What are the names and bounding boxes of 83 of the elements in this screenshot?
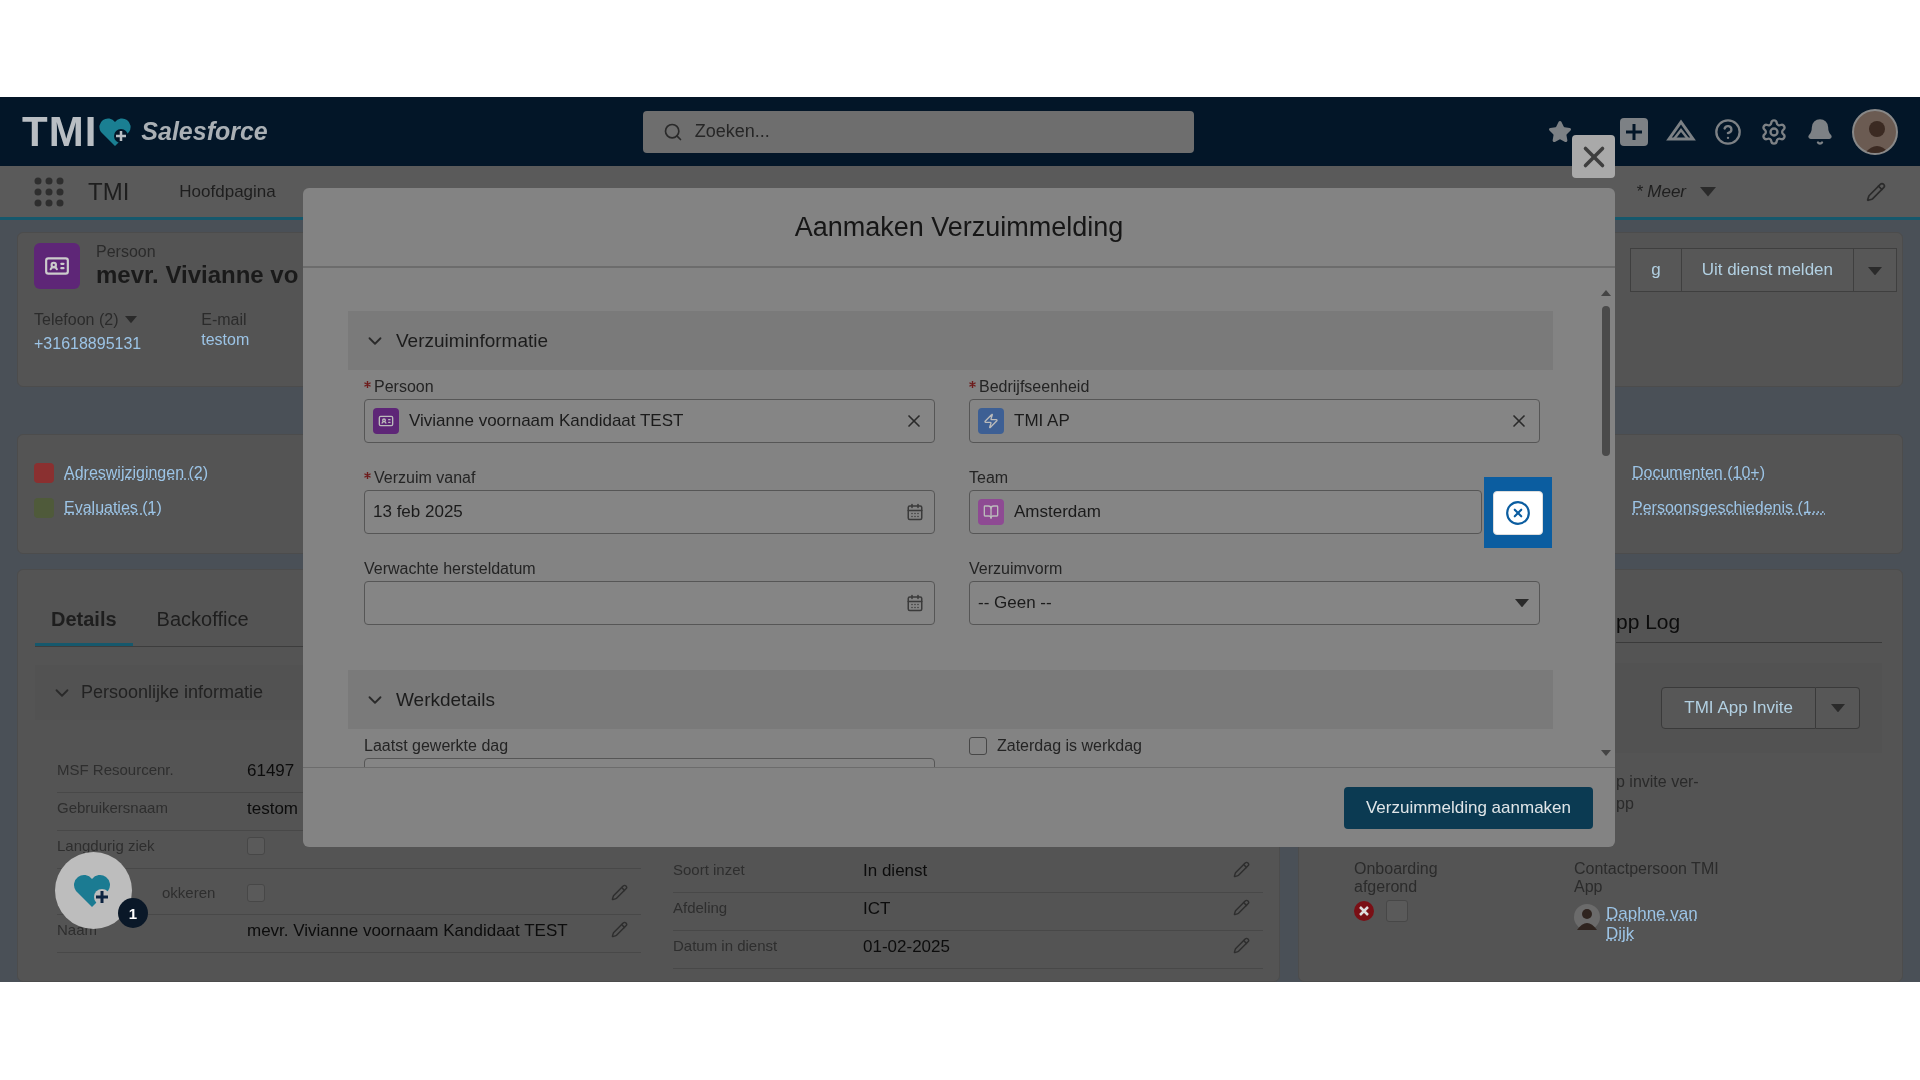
logo-text: TMI xyxy=(22,107,98,156)
brand-name: Salesforce xyxy=(141,117,268,146)
field-value: Amsterdam xyxy=(1014,502,1102,522)
field-value: TMI AP xyxy=(1014,411,1071,431)
search-field[interactable]: Zoeken... xyxy=(642,110,1194,153)
action-button[interactable]: Uit dienst melden xyxy=(1680,248,1854,292)
field-label: Bedrijfseenheid xyxy=(969,378,1540,396)
caret-icon xyxy=(124,316,137,324)
app-name: TMI xyxy=(88,177,130,206)
edit-icon[interactable] xyxy=(1233,937,1250,954)
checkbox[interactable] xyxy=(969,737,987,755)
related-link[interactable]: Documenten (10+) xyxy=(1632,463,1765,482)
field-value: 01-02-2025 xyxy=(863,937,951,957)
nav-tab[interactable]: Hoofdpagina xyxy=(179,181,276,202)
field-label: Persoon xyxy=(364,378,935,396)
invite-button[interactable]: TMI App Invite xyxy=(1661,687,1816,729)
caret-icon xyxy=(1515,598,1529,608)
field-label: Verzuimvorm xyxy=(969,560,1064,578)
close-circle-icon xyxy=(1505,499,1531,526)
heart-plus-icon xyxy=(97,115,134,148)
related-link[interactable]: Persoonsgeschiedenis (1... xyxy=(1632,498,1825,517)
calendar-icon[interactable] xyxy=(906,503,924,521)
plus-icon[interactable] xyxy=(1620,117,1648,146)
required-icon xyxy=(364,381,371,388)
field-label: Team xyxy=(969,469,1010,487)
section-header[interactable]: Verzuiminformatie xyxy=(348,311,1553,370)
date-field[interactable]: 13 feb 2025 xyxy=(364,490,935,534)
field-label: Verwachte hersteldatum xyxy=(364,560,537,578)
field-value: testom xyxy=(247,799,300,819)
search-icon xyxy=(662,121,683,142)
related-link[interactable]: Evaluaties (1) xyxy=(64,498,162,517)
avatar[interactable] xyxy=(1852,108,1898,155)
contact-card-icon xyxy=(34,243,80,289)
scrollbar[interactable] xyxy=(1600,288,1612,758)
caret-icon xyxy=(1830,703,1845,713)
related-link[interactable]: Adreswijzigingen (2) xyxy=(64,463,209,482)
select-field[interactable]: -- Geen -- xyxy=(969,581,1540,625)
contact-link[interactable]: Daphne van Dijk xyxy=(1606,904,1716,944)
avatar xyxy=(1574,904,1600,930)
section-title: Verzuiminformatie xyxy=(396,329,549,352)
submit-button[interactable]: Verzuimmelding aanmaken xyxy=(1343,786,1593,829)
field-value: -- Geen -- xyxy=(978,593,1053,613)
required-icon xyxy=(969,381,976,388)
field-value: Vivianne voornaam Kandidaat TEST xyxy=(409,411,685,431)
field-label: Laatst gewerkte dag xyxy=(364,737,510,755)
star-icon[interactable] xyxy=(1548,119,1572,144)
caret-icon xyxy=(1868,266,1882,275)
tab-label: pp Log xyxy=(1616,610,1681,633)
settings-icon[interactable] xyxy=(1760,117,1788,146)
edit-icon[interactable] xyxy=(1233,861,1250,878)
field-value: In dienst xyxy=(863,861,929,881)
email-link[interactable]: testom xyxy=(201,331,250,349)
edit-icon[interactable] xyxy=(1866,181,1886,202)
caret-icon xyxy=(1700,186,1716,197)
more-tab[interactable]: * Meer xyxy=(1635,181,1686,202)
field-value: 61497 xyxy=(247,761,296,781)
modal-title: Aanmaken Verzuimmelding xyxy=(794,211,1124,243)
date-field[interactable] xyxy=(364,581,935,625)
section-header[interactable]: Werkdetails xyxy=(348,670,1553,729)
field-value: mevr. Vivianne voornaam Kandidaat TEST xyxy=(247,921,569,941)
edit-icon[interactable] xyxy=(1233,899,1250,916)
bell-icon[interactable] xyxy=(1806,117,1834,146)
close-button[interactable] xyxy=(1572,135,1615,178)
app-launcher-icon[interactable] xyxy=(34,176,64,207)
clear-button[interactable] xyxy=(1493,490,1543,535)
action-button[interactable]: g xyxy=(1630,248,1682,292)
checkbox-label: Zaterdag is werkdag xyxy=(997,737,1142,755)
field-label: Verzuim vanaf xyxy=(364,469,935,487)
dropdown-button[interactable] xyxy=(1816,687,1860,729)
edit-icon[interactable] xyxy=(611,884,628,901)
required-icon xyxy=(364,472,371,479)
field-value: 13 feb 2025 xyxy=(373,502,464,522)
phone-link[interactable]: +31618895131 xyxy=(34,335,142,353)
lookup-field[interactable]: Amsterdam xyxy=(969,490,1482,534)
lookup-field[interactable]: Vivianne voornaam Kandidaat TEST xyxy=(364,399,935,443)
section-title: Werkdetails xyxy=(396,688,495,711)
field-value: ICT xyxy=(863,899,892,919)
dropdown-button[interactable] xyxy=(1853,248,1897,292)
record-name: mevr. Vivianne vo xyxy=(96,261,299,289)
help-icon[interactable] xyxy=(1714,117,1742,146)
calendar-icon[interactable] xyxy=(906,594,924,612)
lookup-field[interactable]: TMI AP xyxy=(969,399,1540,443)
edit-icon[interactable] xyxy=(611,921,628,938)
